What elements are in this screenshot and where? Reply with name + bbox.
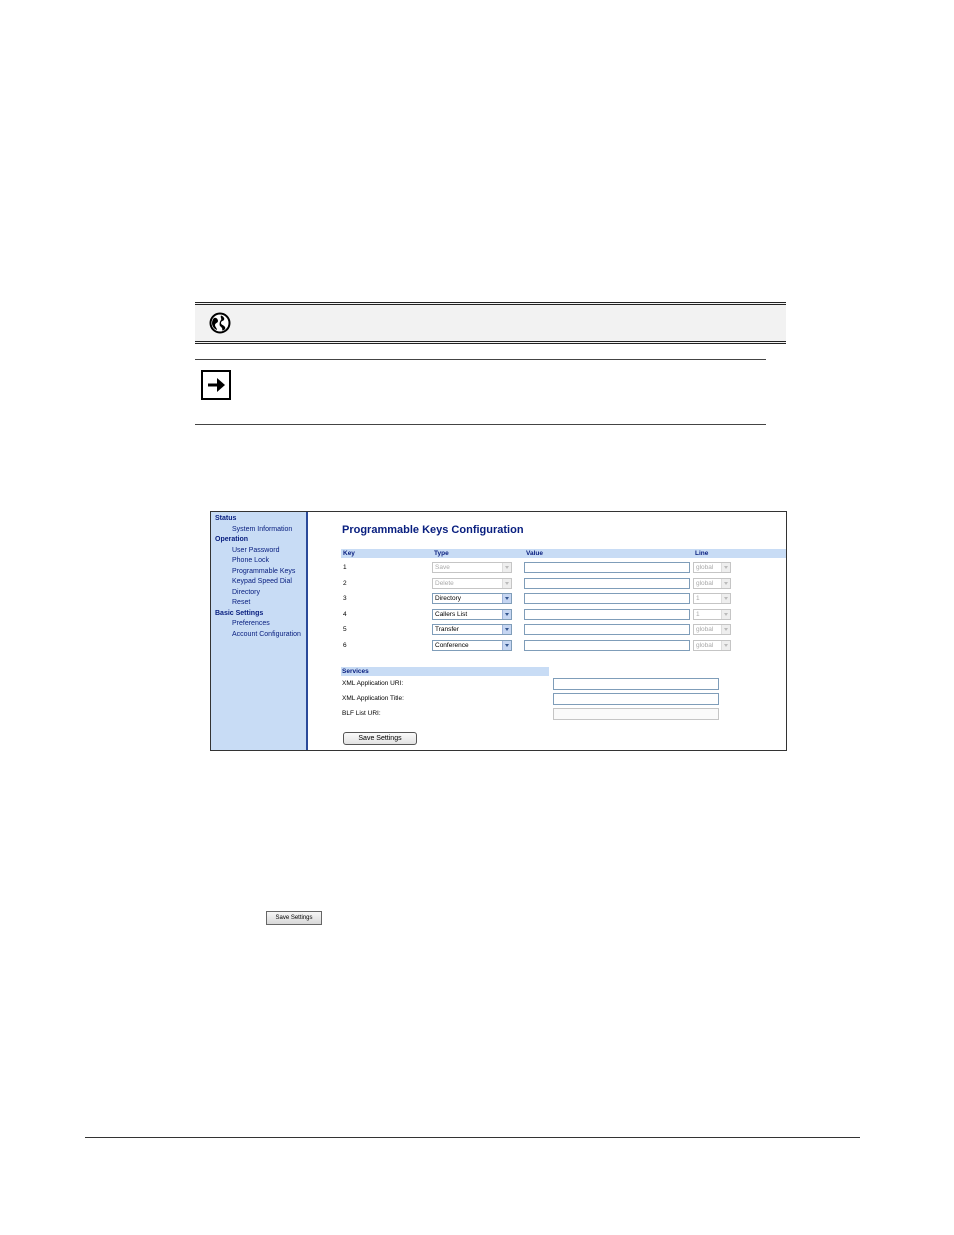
chevron-down-icon[interactable]	[502, 625, 511, 634]
key-line-select[interactable]: global	[693, 624, 731, 635]
key-value-input[interactable]	[524, 577, 690, 589]
key-number: 1	[343, 564, 347, 571]
key-type-value: Callers List	[435, 610, 468, 618]
inline-save-settings-button: Save Settings	[266, 911, 322, 925]
nav-item-phone-lock[interactable]: Phone Lock	[232, 557, 306, 566]
chevron-down-icon[interactable]	[721, 609, 730, 619]
key-line-value: global	[696, 579, 714, 587]
nav-heading-status[interactable]: Status	[215, 515, 306, 524]
chevron-down-icon[interactable]	[502, 594, 511, 603]
key-value-input[interactable]	[524, 593, 690, 604]
key-row-1: 1 Save global	[341, 562, 786, 574]
chevron-down-icon[interactable]	[721, 578, 730, 588]
chevron-down-icon[interactable]	[502, 578, 511, 588]
nav-heading-operation[interactable]: Operation	[215, 536, 306, 545]
column-type: Type	[434, 550, 449, 557]
key-line-value: 1	[696, 595, 700, 602]
nav-heading-basic-settings[interactable]: Basic Settings	[215, 610, 306, 619]
xml-application-title-label: XML Application Title:	[342, 695, 404, 702]
column-line: Line	[695, 550, 709, 557]
nav-item-account-configuration[interactable]: Account Configuration	[232, 631, 306, 640]
globe-icon	[209, 312, 231, 334]
key-number: 2	[343, 579, 347, 587]
nav-item-preferences[interactable]: Preferences	[232, 620, 306, 629]
key-type-value: Directory	[435, 595, 462, 602]
key-number: 6	[343, 641, 347, 649]
key-line-value: 1	[696, 610, 700, 618]
key-value-input[interactable]	[524, 639, 690, 651]
key-line-value: global	[696, 641, 714, 649]
chevron-down-icon[interactable]	[721, 563, 730, 572]
key-line-select[interactable]: global	[693, 577, 731, 589]
nav-item-programmable-keys[interactable]: Programmable Keys	[232, 568, 306, 577]
key-row-4: 4 Callers List 1	[341, 608, 786, 621]
key-line-value: global	[696, 564, 714, 571]
key-type-value: Conference	[435, 641, 469, 649]
key-line-select[interactable]: 1	[693, 608, 731, 620]
key-row-6: 6 Conference global	[341, 639, 786, 652]
key-line-select[interactable]: 1	[693, 593, 731, 604]
services-heading: Services	[341, 667, 549, 676]
key-type-value: Save	[435, 564, 450, 571]
nav-item-user-password[interactable]: User Password	[232, 547, 306, 556]
web-ui-screenshot: Status System Information Operation User…	[210, 511, 787, 751]
chevron-down-icon[interactable]	[502, 563, 511, 572]
globe-note-box	[195, 302, 786, 344]
blf-list-uri-input[interactable]	[553, 708, 719, 720]
key-line-select[interactable]: global	[693, 639, 731, 651]
key-row-5: 5 Transfer global	[341, 624, 786, 636]
chevron-down-icon[interactable]	[721, 625, 730, 634]
key-value-input[interactable]	[524, 608, 690, 620]
arrow-right-icon	[201, 370, 231, 400]
page-title: Programmable Keys Configuration	[342, 524, 524, 536]
key-type-select[interactable]: Save	[432, 562, 512, 573]
column-key: Key	[343, 550, 355, 557]
key-type-select[interactable]: Delete	[432, 577, 512, 589]
blf-list-uri-label: BLF List URI:	[342, 710, 381, 717]
save-settings-button[interactable]: Save Settings	[343, 732, 417, 745]
sidebar: Status System Information Operation User…	[211, 512, 308, 750]
key-number: 4	[343, 610, 347, 618]
key-type-select[interactable]: Callers List	[432, 608, 512, 620]
key-number: 3	[343, 595, 347, 602]
key-row-2: 2 Delete global	[341, 577, 786, 590]
xml-application-uri-input[interactable]	[553, 678, 719, 690]
key-type-select[interactable]: Transfer	[432, 624, 512, 635]
xml-application-title-input[interactable]	[553, 693, 719, 705]
main-panel: Programmable Keys Configuration Key Type…	[308, 512, 786, 750]
key-value-input[interactable]	[524, 562, 690, 573]
chevron-down-icon[interactable]	[502, 640, 511, 650]
key-type-select[interactable]: Directory	[432, 593, 512, 604]
chevron-down-icon[interactable]	[721, 594, 730, 603]
key-number: 5	[343, 626, 347, 633]
key-table-header: Key Type Value Line	[341, 549, 786, 558]
nav-item-system-information[interactable]: System Information	[232, 526, 306, 535]
column-value: Value	[526, 550, 543, 557]
chevron-down-icon[interactable]	[502, 609, 511, 619]
key-type-select[interactable]: Conference	[432, 639, 512, 651]
nav-item-keypad-speed-dial[interactable]: Keypad Speed Dial	[232, 578, 306, 587]
key-row-3: 3 Directory 1	[341, 593, 786, 605]
nav-item-directory[interactable]: Directory	[232, 589, 306, 598]
footer-rule	[85, 1137, 860, 1138]
key-type-value: Transfer	[435, 626, 459, 633]
xml-application-uri-label: XML Application URI:	[342, 680, 404, 687]
key-line-select[interactable]: global	[693, 562, 731, 573]
key-type-value: Delete	[435, 579, 454, 587]
nav-item-reset[interactable]: Reset	[232, 599, 306, 608]
tip-note-box	[195, 359, 766, 425]
key-line-value: global	[696, 626, 714, 633]
key-value-input[interactable]	[524, 624, 690, 635]
chevron-down-icon[interactable]	[721, 640, 730, 650]
